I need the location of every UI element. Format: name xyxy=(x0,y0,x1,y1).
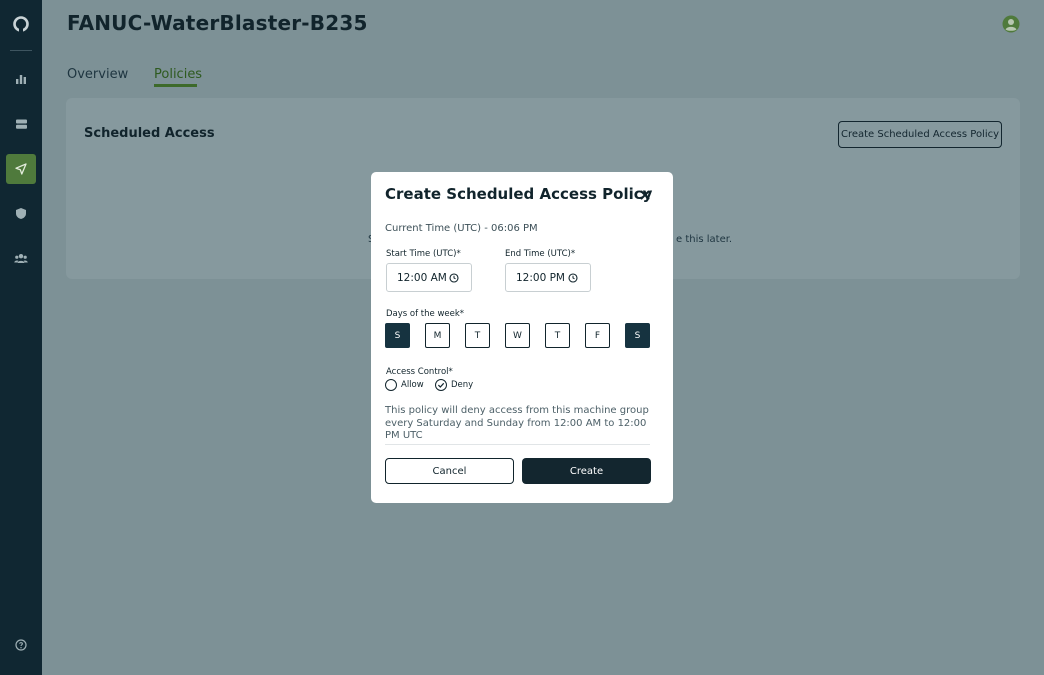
current-time: Current Time (UTC) - 06:06 PM xyxy=(385,223,538,234)
server-icon[interactable] xyxy=(8,111,34,137)
user-avatar-icon[interactable] xyxy=(1002,15,1020,33)
day-friday[interactable]: F xyxy=(585,323,610,348)
bar-chart-icon[interactable] xyxy=(8,66,34,92)
sidebar-divider xyxy=(10,50,32,51)
modal-title: Create Scheduled Access Policy xyxy=(385,185,653,203)
deny-radio-label[interactable]: Deny xyxy=(451,380,473,390)
end-time-label: End Time (UTC)* xyxy=(505,249,576,259)
clock-icon xyxy=(568,273,578,286)
policy-description: This policy will deny access from this m… xyxy=(385,405,649,441)
day-sunday[interactable]: S xyxy=(385,323,410,348)
clock-icon xyxy=(449,273,459,286)
page-title: FANUC-WaterBlaster-B235 xyxy=(67,11,368,35)
start-time-input[interactable]: 12:00 AM xyxy=(386,263,472,292)
close-icon[interactable] xyxy=(637,187,653,203)
tab-policies[interactable]: Policies xyxy=(154,67,202,82)
create-button[interactable]: Create xyxy=(522,458,651,484)
days-label: Days of the week* xyxy=(386,309,465,319)
allow-radio-label[interactable]: Allow xyxy=(401,380,424,390)
create-policy-modal: Create Scheduled Access Policy Current T… xyxy=(371,172,673,503)
sidebar xyxy=(0,0,42,675)
day-thursday[interactable]: T xyxy=(545,323,570,348)
end-time-input[interactable]: 12:00 PM xyxy=(505,263,591,292)
allow-radio[interactable] xyxy=(385,379,397,391)
create-scheduled-access-policy-button[interactable]: Create Scheduled Access Policy xyxy=(838,121,1002,148)
card-partial-text-right: e this later. xyxy=(676,234,733,245)
access-control-label: Access Control* xyxy=(386,367,453,377)
tab-overview[interactable]: Overview xyxy=(67,67,128,82)
deny-radio[interactable] xyxy=(435,379,447,391)
end-time-value: 12:00 PM xyxy=(516,271,565,284)
start-time-label: Start Time (UTC)* xyxy=(386,249,461,259)
checkmark-icon xyxy=(437,382,445,388)
shield-icon[interactable] xyxy=(8,200,34,226)
send-icon xyxy=(15,163,27,175)
day-monday[interactable]: M xyxy=(425,323,450,348)
active-tab-indicator xyxy=(154,84,197,87)
start-time-value: 12:00 AM xyxy=(397,271,447,284)
users-icon[interactable] xyxy=(8,245,34,271)
day-wednesday[interactable]: W xyxy=(505,323,530,348)
logo-ring-icon[interactable] xyxy=(8,11,34,37)
help-icon[interactable] xyxy=(8,632,34,658)
cancel-button[interactable]: Cancel xyxy=(385,458,514,484)
divider xyxy=(385,444,650,445)
card-title: Scheduled Access xyxy=(84,126,215,141)
day-saturday[interactable]: S xyxy=(625,323,650,348)
day-tuesday[interactable]: T xyxy=(465,323,490,348)
sidebar-item-send[interactable] xyxy=(6,154,36,184)
